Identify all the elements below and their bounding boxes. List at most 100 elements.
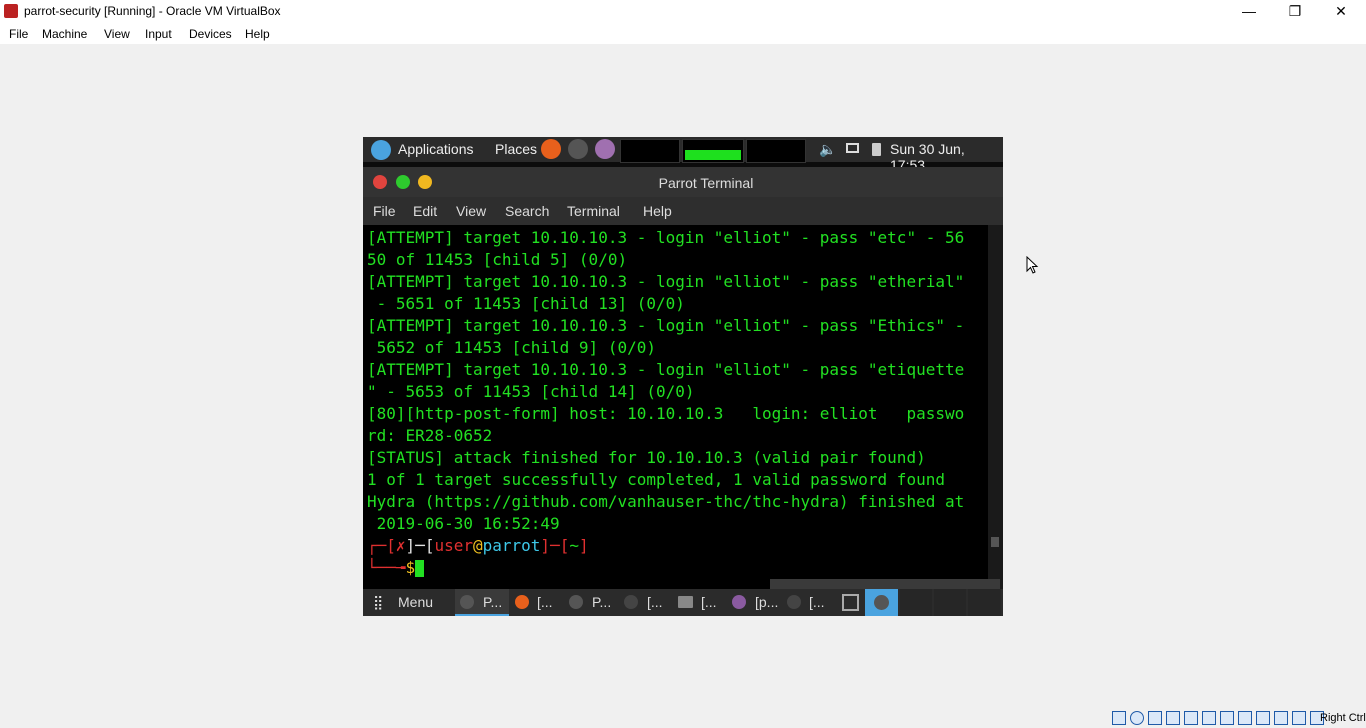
output-line: 5652 of 11453 [child 9] (0/0)	[367, 338, 656, 357]
display-settings-icon[interactable]	[1220, 711, 1234, 725]
volume-icon[interactable]: 🔈	[819, 141, 836, 158]
memory-bar	[685, 150, 741, 160]
cpu-monitor	[620, 139, 680, 163]
host-menubar: File Machine View Input Devices Help	[0, 24, 1366, 44]
memory-monitor	[682, 139, 744, 163]
prompt-user: user	[434, 536, 473, 555]
guest-additions-icon[interactable]	[1274, 711, 1288, 725]
output-line-credentials: rd: ER28-0652	[367, 426, 493, 445]
places-menu[interactable]: Places	[495, 141, 537, 157]
taskbar-item-terminal-2[interactable]: [...	[647, 589, 663, 616]
scrollbar-thumb[interactable]	[991, 537, 999, 547]
mouse-cursor-icon	[1026, 256, 1039, 274]
prompt-at: @	[472, 536, 483, 555]
prompt-dir: ~	[569, 536, 579, 555]
mouse-integration-icon[interactable]	[1292, 711, 1306, 725]
window-title: parrot-security [Running] - Oracle VM Vi…	[24, 4, 281, 18]
menu-input[interactable]: Input	[145, 27, 172, 41]
terminal-menu-file[interactable]: File	[373, 203, 396, 219]
virtualbox-app-icon	[4, 4, 18, 18]
host-key-label: Right Ctrl	[1320, 712, 1366, 724]
usb-icon[interactable]	[1184, 711, 1198, 725]
network-monitor	[746, 139, 806, 163]
output-line: [ATTEMPT] target 10.10.10.3 - login "ell…	[367, 272, 965, 291]
network-icon[interactable]	[1166, 711, 1180, 725]
terminal-icon	[569, 595, 583, 609]
menu-grid-icon[interactable]: ⣿	[373, 589, 383, 616]
output-line: 50 of 11453 [child 5] (0/0)	[367, 250, 628, 269]
taskbar-item-editor[interactable]: [p...	[755, 589, 778, 616]
terminal-icon	[787, 595, 801, 609]
prompt-bracket: ]─[	[540, 536, 570, 555]
close-button[interactable]: ✕	[1318, 0, 1364, 24]
terminal-icon	[624, 595, 638, 609]
prompt-status: ✗	[395, 536, 406, 555]
workspace-3-button[interactable]	[865, 589, 898, 616]
host-titlebar: parrot-security [Running] - Oracle VM Vi…	[0, 0, 1366, 24]
terminal-output[interactable]: [ATTEMPT] target 10.10.10.3 - login "ell…	[363, 225, 988, 589]
parrot-logo-icon	[371, 140, 391, 160]
menu-help[interactable]: Help	[245, 27, 270, 41]
output-line: 2019-06-30 16:52:49	[367, 514, 560, 533]
terminal-menu-edit[interactable]: Edit	[413, 203, 437, 219]
terminal-menu-terminal[interactable]: Terminal	[567, 203, 620, 219]
terminal-menu-view[interactable]: View	[456, 203, 486, 219]
restore-button[interactable]: ❐	[1272, 0, 1318, 24]
input-line[interactable]: └──╼$	[367, 558, 425, 577]
output-line: [ATTEMPT] target 10.10.10.3 - login "ell…	[367, 228, 965, 247]
firefox-icon	[515, 595, 529, 609]
menu-file[interactable]: File	[9, 27, 28, 41]
terminal-titlebar: Parrot Terminal	[363, 167, 1003, 197]
terminal-launcher-icon[interactable]	[568, 139, 588, 159]
text-cursor	[415, 560, 425, 577]
audio-icon[interactable]	[1148, 711, 1162, 725]
terminal-title: Parrot Terminal	[658, 175, 754, 191]
taskbar-item-firefox[interactable]: [...	[537, 589, 553, 616]
text-editor-icon	[732, 595, 746, 609]
minimize-button[interactable]: —	[1226, 0, 1272, 24]
terminal-icon	[460, 595, 474, 609]
output-line: " - 5653 of 11453 [child 14] (0/0)	[367, 382, 695, 401]
applications-menu[interactable]: Applications	[398, 141, 474, 157]
output-line: [ATTEMPT] target 10.10.10.3 - login "ell…	[367, 360, 965, 379]
terminal-window: Parrot Terminal File Edit View Search Te…	[363, 167, 1003, 613]
output-line: [STATUS] attack finished for 10.10.10.3 …	[367, 448, 926, 467]
firefox-icon[interactable]	[541, 139, 561, 159]
hard-disk-icon[interactable]	[1112, 711, 1126, 725]
workspace-5-button[interactable]	[934, 589, 966, 616]
video-capture-icon[interactable]	[1238, 711, 1252, 725]
taskbar-item-files[interactable]: [...	[701, 589, 717, 616]
vm-screen[interactable]: Applications Places 🔈 Sun 30 Jun, 17:53 …	[363, 137, 1003, 616]
shared-folders-icon[interactable]	[1202, 711, 1216, 725]
top-panel: Applications Places 🔈 Sun 30 Jun, 17:53	[363, 137, 1003, 173]
cpu-icon[interactable]	[1256, 711, 1270, 725]
menu-machine[interactable]: Machine	[42, 27, 87, 41]
taskbar-menu[interactable]: Menu	[398, 589, 433, 616]
output-line: 1 of 1 target successfully completed, 1 …	[367, 470, 945, 489]
prompt-corner: └──╼	[367, 558, 406, 577]
terminal-menu-help[interactable]: Help	[643, 203, 672, 219]
battery-icon[interactable]	[872, 143, 881, 156]
workspace-4-button[interactable]	[900, 589, 932, 616]
prompt-bracket: ]	[578, 536, 589, 555]
workspace-6-button[interactable]	[968, 589, 1001, 616]
prompt-line: ┌─[✗]─[user@parrot]─[~]	[367, 536, 589, 555]
output-line: - 5651 of 11453 [child 13] (0/0)	[367, 294, 685, 313]
optical-drive-icon[interactable]	[1130, 711, 1144, 725]
prompt-host: parrot	[482, 536, 541, 555]
terminal-menubar: File Edit View Search Terminal Help	[363, 197, 1003, 225]
menu-view[interactable]: View	[104, 27, 130, 41]
folder-icon	[678, 596, 693, 608]
terminal-scrollbar[interactable]	[988, 225, 1003, 589]
terminal-icon	[874, 595, 889, 610]
system-monitor-icon[interactable]	[842, 594, 859, 611]
taskbar-item-terminal-3[interactable]: [...	[809, 589, 825, 616]
terminal-menu-search[interactable]: Search	[505, 203, 549, 219]
menu-devices[interactable]: Devices	[189, 27, 232, 41]
prompt-bracket: ]─[	[405, 536, 435, 555]
output-line: [ATTEMPT] target 10.10.10.3 - login "ell…	[367, 316, 965, 335]
text-editor-icon[interactable]	[595, 139, 615, 159]
virtualbox-statusbar: Right Ctrl	[1108, 710, 1366, 728]
taskbar-item-terminal[interactable]: P...	[592, 589, 611, 616]
display-icon[interactable]	[846, 143, 859, 153]
